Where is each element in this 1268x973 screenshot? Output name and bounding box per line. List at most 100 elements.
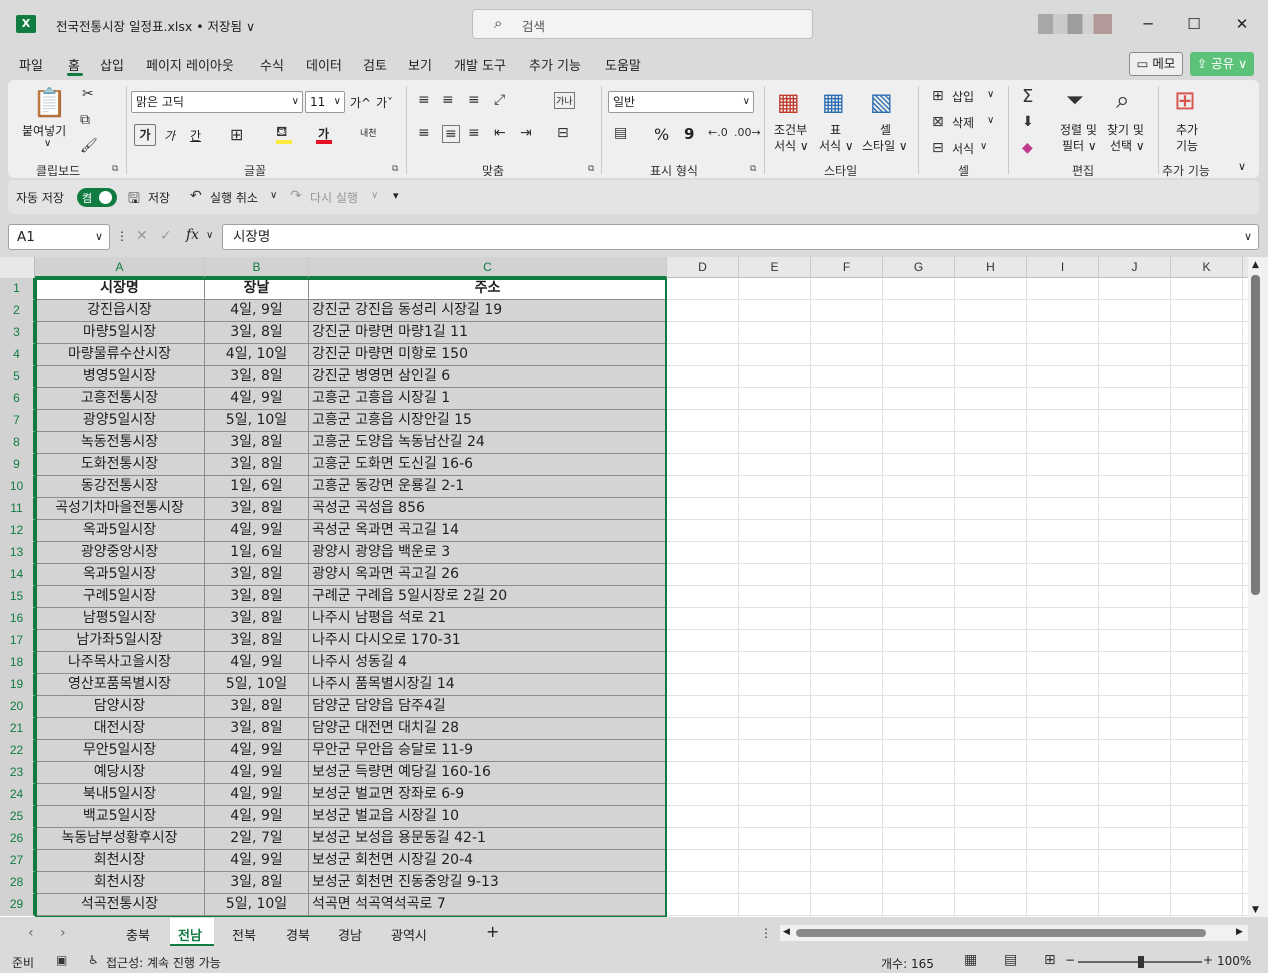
table-cell[interactable]: 3일, 8일 xyxy=(205,432,309,454)
cut-icon[interactable]: ✂ xyxy=(82,86,94,102)
percent-button[interactable]: % xyxy=(654,125,669,144)
table-cell[interactable]: 담양시장 xyxy=(35,696,205,718)
table-cell[interactable]: 도화전통시장 xyxy=(35,454,205,476)
share-button[interactable]: ⇪ 공유 ∨ xyxy=(1190,52,1254,76)
normal-view-icon[interactable]: ▦ xyxy=(964,952,977,968)
table-cell[interactable]: 보성군 회천면 시장길 20-4 xyxy=(309,850,667,872)
table-cell[interactable]: 5일, 10일 xyxy=(205,674,309,696)
delete-cells-button[interactable]: 삭제 xyxy=(952,114,974,131)
horizontal-scroll-thumb[interactable] xyxy=(796,929,1206,937)
table-cell[interactable]: 4일, 9일 xyxy=(205,850,309,872)
menu-developer[interactable]: 개발 도구 xyxy=(454,55,506,74)
table-cell[interactable]: 구례5일시장 xyxy=(35,586,205,608)
align-top-icon[interactable]: ≡ xyxy=(418,92,430,108)
clipboard-launcher-icon[interactable]: ⧉ xyxy=(112,164,118,174)
menu-page-layout[interactable]: 페이지 레이아웃 xyxy=(146,55,234,74)
table-cell[interactable]: 3일, 8일 xyxy=(205,454,309,476)
table-cell[interactable]: 회천시장 xyxy=(35,872,205,894)
table-cell[interactable]: 1일, 6일 xyxy=(205,476,309,498)
accounting-format-icon[interactable]: ▤ xyxy=(614,125,627,141)
insert-cells-button[interactable]: 삽입 xyxy=(952,88,974,105)
zoom-in-button[interactable]: + xyxy=(1203,953,1213,967)
copy-icon[interactable]: ⧉ xyxy=(80,112,90,128)
table-cell[interactable]: 강진군 마량면 미항로 150 xyxy=(309,344,667,366)
align-middle-icon[interactable]: ≡ xyxy=(442,92,454,108)
zoom-out-button[interactable]: − xyxy=(1065,953,1075,967)
more-icon[interactable]: ⋮ xyxy=(116,229,128,243)
row-header[interactable]: 1 xyxy=(0,278,35,300)
italic-button[interactable]: 가 xyxy=(164,127,175,144)
table-cell[interactable]: 나주시 남평읍 석로 21 xyxy=(309,608,667,630)
function-dropdown[interactable]: ∨ xyxy=(206,230,213,241)
grow-font-button[interactable]: 가^ xyxy=(350,94,371,111)
table-cell[interactable]: 남가좌5일시장 xyxy=(35,630,205,652)
table-cell[interactable]: 석곡면 석곡역석곡로 7 xyxy=(309,894,667,916)
table-cell[interactable]: 3일, 8일 xyxy=(205,564,309,586)
macro-record-icon[interactable]: ▣ xyxy=(56,953,67,967)
row-header[interactable]: 13 xyxy=(0,542,35,564)
menu-insert[interactable]: 삽입 xyxy=(100,55,124,74)
sheet-tab-jeonnam[interactable]: 전남 xyxy=(178,925,202,944)
row-header[interactable]: 4 xyxy=(0,344,35,366)
sort-filter-icon[interactable]: ⏷ xyxy=(1066,88,1084,113)
name-box[interactable]: A1 ∨ xyxy=(8,224,110,250)
format-as-table-icon[interactable]: ▦ xyxy=(822,88,845,116)
table-cell[interactable]: 남평5일시장 xyxy=(35,608,205,630)
table-cell[interactable]: 고흥군 고흥읍 시장길 1 xyxy=(309,388,667,410)
menu-home[interactable]: 홈 xyxy=(68,55,80,74)
format-cells-dropdown[interactable]: ∨ xyxy=(980,141,987,152)
next-sheet-icon[interactable]: › xyxy=(60,925,66,941)
row-header[interactable]: 18 xyxy=(0,652,35,674)
page-break-view-icon[interactable]: ⊞ xyxy=(1044,952,1056,968)
number-format-select[interactable]: 일반 ∨ xyxy=(608,91,754,113)
insert-function-button[interactable]: fx xyxy=(186,227,199,243)
fill-icon[interactable]: ⬇ xyxy=(1022,114,1034,130)
font-name-select[interactable]: 맑은 고딕 ∨ xyxy=(131,91,303,113)
table-cell[interactable]: 4일, 9일 xyxy=(205,784,309,806)
sheet-tab-metro[interactable]: 광역시 xyxy=(391,925,427,944)
scroll-right-icon[interactable]: ▶ xyxy=(1236,927,1243,937)
table-cell[interactable]: 예당시장 xyxy=(35,762,205,784)
accessibility-status[interactable]: 접근성: 계속 진행 가능 xyxy=(106,954,221,971)
table-cell[interactable]: 고흥전통시장 xyxy=(35,388,205,410)
row-header[interactable]: 9 xyxy=(0,454,35,476)
table-cell[interactable]: 3일, 8일 xyxy=(205,608,309,630)
document-title[interactable]: 전국전통시장 일정표.xlsx • 저장됨 ∨ xyxy=(56,16,255,35)
table-cell[interactable]: 백교5일시장 xyxy=(35,806,205,828)
table-cell[interactable]: 녹동남부성황후시장 xyxy=(35,828,205,850)
scroll-down-icon[interactable]: ▼ xyxy=(1252,905,1259,915)
column-header-d[interactable]: D xyxy=(667,257,739,278)
find-select-button[interactable]: 찾기 및 xyxy=(1107,121,1144,138)
row-header[interactable]: 22 xyxy=(0,740,35,762)
column-header-i[interactable]: I xyxy=(1027,257,1099,278)
table-cell[interactable]: 보성군 보성읍 용문동길 42-1 xyxy=(309,828,667,850)
table-cell[interactable]: 나주시 성동길 4 xyxy=(309,652,667,674)
align-center-icon[interactable]: ≡ xyxy=(442,125,460,143)
menu-file[interactable]: 파일 xyxy=(19,55,43,74)
table-cell[interactable]: 광양중앙시장 xyxy=(35,542,205,564)
vertical-scroll-thumb[interactable] xyxy=(1251,275,1260,595)
conditional-format-dropdown[interactable]: 서식 ∨ xyxy=(774,137,809,154)
table-cell[interactable]: 3일, 8일 xyxy=(205,586,309,608)
column-header-j[interactable]: J xyxy=(1099,257,1171,278)
paste-icon[interactable]: 📋 xyxy=(32,86,67,119)
row-header[interactable]: 10 xyxy=(0,476,35,498)
table-cell[interactable]: 광양시 광양읍 백운로 3 xyxy=(309,542,667,564)
decrease-indent-icon[interactable]: ⇤ xyxy=(494,125,506,141)
column-header-b[interactable]: B xyxy=(205,257,309,278)
table-cell[interactable]: 영산포품목별시장 xyxy=(35,674,205,696)
table-cell[interactable]: 강진군 강진읍 동성리 시장길 19 xyxy=(309,300,667,322)
row-header[interactable]: 17 xyxy=(0,630,35,652)
format-painter-icon[interactable]: 🖌 xyxy=(80,138,98,154)
table-cell[interactable]: 고흥군 도양읍 녹동남산길 24 xyxy=(309,432,667,454)
format-cells-icon[interactable]: ⊟ xyxy=(932,140,944,156)
menu-data[interactable]: 데이터 xyxy=(306,55,342,74)
table-cell[interactable]: 녹동전통시장 xyxy=(35,432,205,454)
customize-qat-icon[interactable]: ▾ xyxy=(393,189,399,202)
align-bottom-icon[interactable]: ≡ xyxy=(468,92,480,108)
table-cell[interactable]: 고흥군 고흥읍 시장안길 15 xyxy=(309,410,667,432)
table-cell[interactable]: 3일, 8일 xyxy=(205,366,309,388)
table-cell[interactable]: 강진읍시장 xyxy=(35,300,205,322)
table-cell[interactable]: 4일, 9일 xyxy=(205,520,309,542)
menu-help[interactable]: 도움말 xyxy=(605,55,641,74)
